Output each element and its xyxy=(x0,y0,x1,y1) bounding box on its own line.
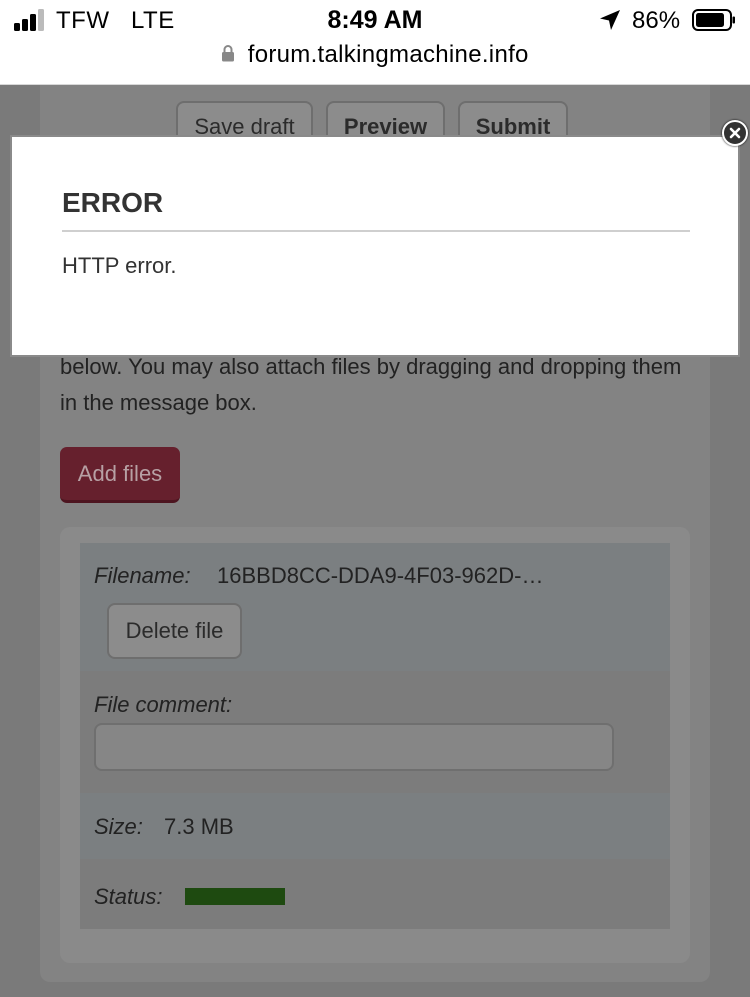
error-dialog: ERROR HTTP error. xyxy=(10,135,740,357)
lock-icon xyxy=(222,45,235,62)
url-text[interactable]: forum.talkingmachine.info xyxy=(248,40,529,70)
file-comment-input[interactable] xyxy=(94,723,614,771)
status-label: Status: xyxy=(94,884,163,909)
url-bar[interactable]: forum.talkingmachine.info xyxy=(0,40,750,85)
file-comment-label: File comment: xyxy=(94,692,233,717)
location-icon xyxy=(600,10,620,30)
size-label: Size: xyxy=(94,814,143,839)
status-bar: TFW LTE 8:49 AM 86% xyxy=(0,0,750,40)
battery-percent: 86% xyxy=(632,7,681,34)
delete-file-button[interactable]: Delete file xyxy=(107,603,242,659)
upload-progress-bar xyxy=(185,888,285,905)
dialog-title: ERROR xyxy=(62,187,164,218)
dialog-divider xyxy=(62,230,690,232)
close-icon[interactable] xyxy=(722,120,748,146)
battery-icon xyxy=(692,9,735,31)
attachments-intro-text: below. You may also attach files by drag… xyxy=(60,354,682,415)
dialog-message: HTTP error. xyxy=(62,253,177,278)
filename-value: 16BBD8CC-DDA9-4F03-962D-… xyxy=(217,563,544,588)
attachment-card: Filename: 16BBD8CC-DDA9-4F03-962D-… Dele… xyxy=(60,527,690,963)
attachment-row: Filename: 16BBD8CC-DDA9-4F03-962D-… Dele… xyxy=(80,543,670,929)
size-value: 7.3 MB xyxy=(164,814,234,839)
filename-label: Filename: xyxy=(94,563,191,588)
add-files-button[interactable]: Add files xyxy=(60,447,180,503)
